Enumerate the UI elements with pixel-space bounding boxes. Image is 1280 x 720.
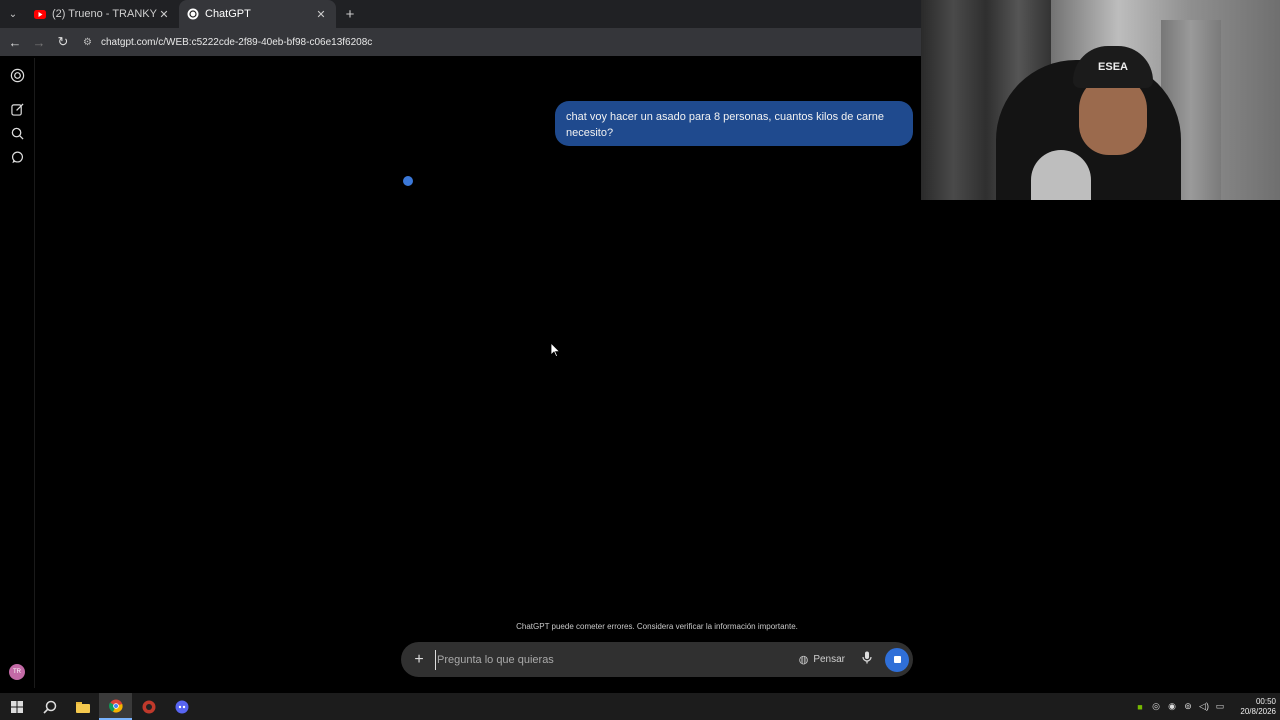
address-bar: ← → ↻ ⚙ chatgpt.com/c/WEB:c5222cde-2f89-… <box>0 28 921 56</box>
prompt-input-wrapper <box>435 649 799 670</box>
system-clock[interactable]: 00:50 20/8/2026 <box>1236 697 1276 717</box>
attach-plus-button[interactable]: + <box>411 651 427 669</box>
close-tab-icon[interactable]: ✕ <box>157 8 171 21</box>
browser-tab-bar: ⌄ (2) Trueno - TRANKY FUNKY (K ✕ ChatGPT… <box>0 0 921 28</box>
clock-date: 20/8/2026 <box>1240 706 1276 716</box>
app-tray-icon[interactable]: ◎ <box>1148 701 1164 712</box>
tab-youtube[interactable]: (2) Trueno - TRANKY FUNKY (K ✕ <box>26 0 179 28</box>
system-tray: ■ ◎ ◉ ⊚ ◁) ▭ 00:50 20/8/2026 <box>1132 693 1276 720</box>
webcam-overlay: ESEA <box>921 0 1280 200</box>
reload-icon[interactable]: ↻ <box>51 28 75 56</box>
lightbulb-icon: ◍ <box>798 654 809 666</box>
forward-arrow-icon[interactable]: → <box>27 28 51 56</box>
nvidia-icon[interactable]: ■ <box>1132 702 1148 712</box>
disclaimer-text: ChatGPT puede cometer errores. Considera… <box>516 622 798 631</box>
stop-icon <box>893 656 901 663</box>
chatgpt-icon <box>187 8 199 20</box>
search-icon[interactable] <box>8 124 26 142</box>
tab-chatgpt[interactable]: ChatGPT ✕ <box>179 0 336 28</box>
chrome-icon[interactable] <box>99 693 132 720</box>
webcam-person-cap: ESEA <box>1073 46 1153 88</box>
close-tab-icon[interactable]: ✕ <box>314 8 328 21</box>
tab-title: ChatGPT <box>205 8 251 20</box>
mouse-cursor-icon <box>550 342 561 362</box>
windows-start-icon[interactable] <box>0 693 33 720</box>
url-text: chatgpt.com/c/WEB:c5222cde-2f89-40eb-bf9… <box>101 36 373 48</box>
think-label: Pensar <box>813 654 845 665</box>
avatar[interactable]: TR <box>9 664 25 680</box>
site-info-icon[interactable]: ⚙ <box>83 37 99 48</box>
user-message-bubble: chat voy hacer un asado para 8 personas,… <box>555 101 913 146</box>
clock-time: 00:50 <box>1255 696 1276 706</box>
speaker-icon[interactable]: ◁) <box>1196 701 1212 712</box>
prompt-input[interactable] <box>437 653 799 666</box>
discord-icon[interactable] <box>165 693 198 720</box>
think-button[interactable]: ◍ Pensar <box>799 653 845 666</box>
sidebar-rail: TR <box>0 58 35 688</box>
windows-taskbar: ■ ◎ ◉ ⊚ ◁) ▭ 00:50 20/8/2026 <box>0 693 1280 720</box>
back-arrow-icon[interactable]: ← <box>3 28 27 56</box>
search-icon[interactable] <box>33 693 66 720</box>
composer: + ◍ Pensar <box>401 642 913 677</box>
app-icon[interactable] <box>132 693 165 720</box>
thinking-indicator <box>403 176 413 186</box>
chatgpt-logo-icon[interactable] <box>8 66 26 84</box>
new-tab-button[interactable]: + <box>338 6 362 23</box>
discord-tray-icon[interactable]: ◉ <box>1164 701 1180 712</box>
youtube-icon <box>34 8 46 20</box>
steam-icon[interactable]: ⊚ <box>1180 701 1196 712</box>
new-chat-icon[interactable] <box>8 100 26 118</box>
file-explorer-icon[interactable] <box>66 693 99 720</box>
network-icon[interactable]: ▭ <box>1212 701 1228 712</box>
stop-generating-button[interactable] <box>885 647 909 672</box>
tab-title: (2) Trueno - TRANKY FUNKY (K <box>52 8 157 20</box>
tab-search-chevron-icon[interactable]: ⌄ <box>0 0 26 28</box>
microphone-icon[interactable] <box>859 651 875 669</box>
url-field[interactable]: ⚙ chatgpt.com/c/WEB:c5222cde-2f89-40eb-b… <box>83 31 921 53</box>
chat-bubble-icon[interactable] <box>8 148 26 166</box>
